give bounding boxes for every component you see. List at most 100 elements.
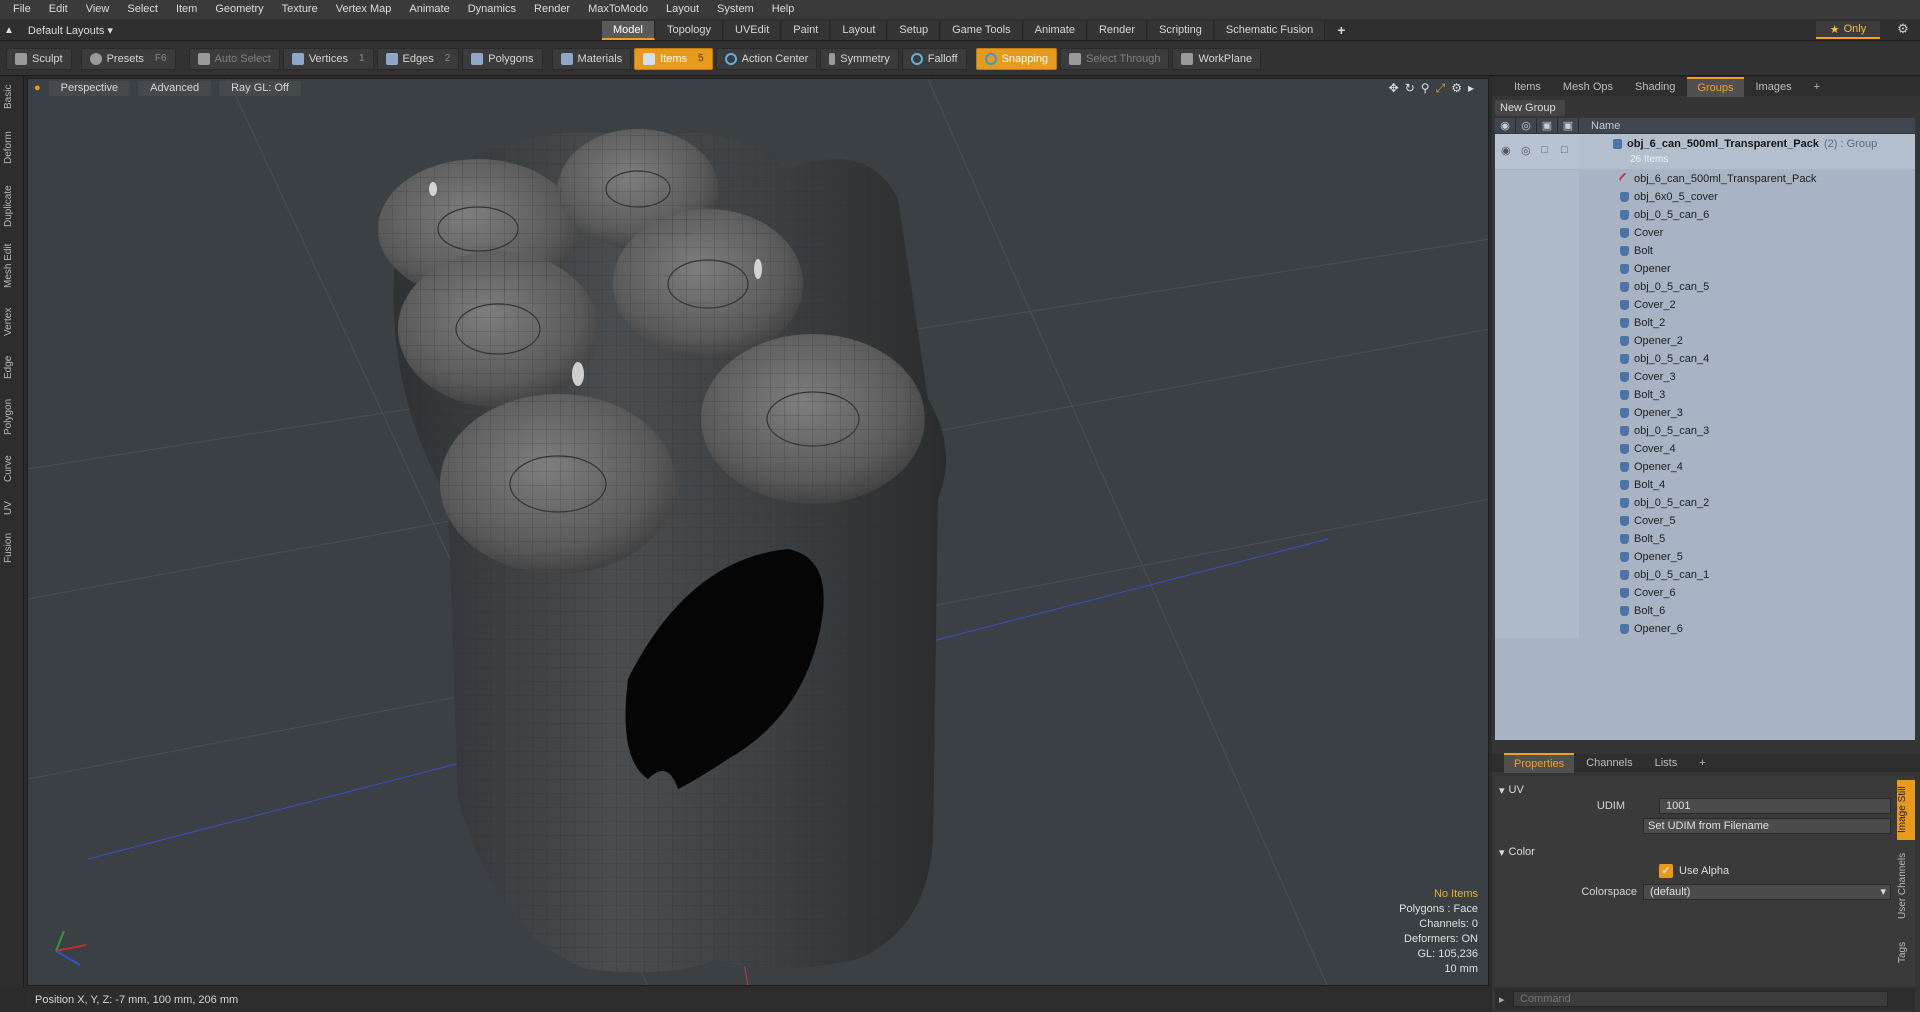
add-panel-tab-icon[interactable]: + xyxy=(1804,78,1830,96)
tree-item[interactable]: Cover xyxy=(1495,224,1915,242)
tree-item-columns[interactable] xyxy=(1495,188,1579,206)
color-section[interactable]: ▾ Color xyxy=(1499,844,1535,860)
tab-model[interactable]: Model xyxy=(602,21,655,40)
snapping-button[interactable]: Snapping xyxy=(975,47,1058,70)
panel-tab-items[interactable]: Items xyxy=(1504,78,1551,96)
tree-item[interactable]: Cover_5 xyxy=(1495,512,1915,530)
tree-item[interactable]: Cover_4 xyxy=(1495,440,1915,458)
tree-item-columns[interactable] xyxy=(1495,170,1579,188)
tree-item-columns[interactable] xyxy=(1495,260,1579,278)
tree-item[interactable]: Bolt_5 xyxy=(1495,530,1915,548)
tree-item[interactable]: Cover_2 xyxy=(1495,296,1915,314)
raygl-toggle[interactable]: Ray GL: Off xyxy=(219,80,301,96)
tree-item[interactable]: obj_6x0_5_cover xyxy=(1495,188,1915,206)
group-select-icon[interactable]: □ xyxy=(1561,144,1568,156)
gear-icon[interactable]: ⚙ xyxy=(1894,21,1912,39)
panel-tab-images[interactable]: Images xyxy=(1746,78,1802,96)
side-tab-uv[interactable]: UV xyxy=(3,496,21,520)
colorspace-dropdown[interactable]: (default) ▾ xyxy=(1643,884,1891,900)
menu-item-texture[interactable]: Texture xyxy=(273,0,327,19)
side-tab-polygon[interactable]: Polygon xyxy=(3,392,21,442)
tree-item[interactable]: obj_0_5_can_6 xyxy=(1495,206,1915,224)
vertices-button[interactable]: Vertices 1 xyxy=(282,47,374,70)
props-tab-properties[interactable]: Properties xyxy=(1504,753,1575,773)
tree-item-columns[interactable] xyxy=(1495,440,1579,458)
panel-tab-groups[interactable]: Groups xyxy=(1687,77,1744,97)
tree-item-columns[interactable] xyxy=(1495,620,1579,638)
props-tab-lists[interactable]: Lists xyxy=(1645,754,1688,772)
tab-render[interactable]: Render xyxy=(1087,21,1148,40)
tree-item-columns[interactable] xyxy=(1495,548,1579,566)
groups-tree[interactable]: ◉ ◎ □ □ obj_6_can_500ml_Transparent_Pack… xyxy=(1495,134,1915,740)
select-column-icon[interactable]: ▣ xyxy=(1558,118,1579,133)
tree-item[interactable]: Opener_3 xyxy=(1495,404,1915,422)
menu-item-select[interactable]: Select xyxy=(118,0,167,19)
side-tab-basic[interactable]: Basic xyxy=(3,80,21,114)
command-input[interactable] xyxy=(1513,991,1888,1007)
group-eye-icon[interactable]: ◉ xyxy=(1501,144,1511,157)
workplane-button[interactable]: WorkPlane xyxy=(1172,47,1262,70)
menu-item-animate[interactable]: Animate xyxy=(400,0,458,19)
tree-item[interactable]: obj_0_5_can_4 xyxy=(1495,350,1915,368)
menu-item-help[interactable]: Help xyxy=(763,0,804,19)
add-props-tab-icon[interactable]: + xyxy=(1689,754,1715,772)
tree-item-columns[interactable] xyxy=(1495,404,1579,422)
tree-item-columns[interactable] xyxy=(1495,494,1579,512)
panel-tab-mesh-ops[interactable]: Mesh Ops xyxy=(1553,78,1623,96)
tab-schematic-fusion[interactable]: Schematic Fusion xyxy=(1214,21,1326,40)
tree-item[interactable]: obj_6_can_500ml_Transparent_Pack xyxy=(1495,170,1915,188)
tree-item[interactable]: Bolt_4 xyxy=(1495,476,1915,494)
side-tab-duplicate[interactable]: Duplicate xyxy=(3,182,21,230)
zoom-icon[interactable]: ⚲ xyxy=(1421,81,1430,96)
collapse-icon[interactable]: ▲ xyxy=(4,25,14,36)
tree-item-columns[interactable] xyxy=(1495,458,1579,476)
tree-item-columns[interactable] xyxy=(1495,530,1579,548)
pan-icon[interactable]: ✥ xyxy=(1389,81,1399,96)
side-tab-edge[interactable]: Edge xyxy=(3,350,21,384)
tree-item[interactable]: obj_0_5_can_3 xyxy=(1495,422,1915,440)
props-tab-channels[interactable]: Channels xyxy=(1576,754,1642,772)
tree-item-columns[interactable] xyxy=(1495,476,1579,494)
sculpt-button[interactable]: Sculpt xyxy=(6,47,72,70)
materials-button[interactable]: Materials xyxy=(551,47,632,70)
visibility-column-icon[interactable]: ◉ xyxy=(1495,118,1516,133)
fit-icon[interactable]: ⤢ xyxy=(1436,81,1446,96)
tree-item-columns[interactable] xyxy=(1495,206,1579,224)
props-side-tab-user-channels[interactable]: User Channels xyxy=(1897,846,1915,926)
tab-paint[interactable]: Paint xyxy=(782,21,831,40)
viewport-gear-icon[interactable]: ⚙ xyxy=(1451,81,1462,96)
tree-item[interactable]: Cover_6 xyxy=(1495,584,1915,602)
command-arrow-icon[interactable]: ▸ xyxy=(1499,993,1505,1006)
set-udim-button[interactable]: Set UDIM from Filename xyxy=(1643,818,1891,834)
tree-item[interactable]: Bolt_6 xyxy=(1495,602,1915,620)
props-side-tab-tags[interactable]: Tags xyxy=(1897,932,1915,972)
tab-topology[interactable]: Topology xyxy=(655,21,724,40)
tree-item[interactable]: Opener_4 xyxy=(1495,458,1915,476)
tab-animate[interactable]: Animate xyxy=(1023,21,1087,40)
tree-item-columns[interactable] xyxy=(1495,512,1579,530)
rotate-icon[interactable]: ↻ xyxy=(1405,81,1415,96)
side-tab-mesh-edit[interactable]: Mesh Edit xyxy=(3,238,21,294)
tree-item-columns[interactable] xyxy=(1495,224,1579,242)
menu-item-view[interactable]: View xyxy=(77,0,119,19)
menu-item-maxtomodo[interactable]: MaxToModo xyxy=(579,0,657,19)
tree-item[interactable]: Opener_5 xyxy=(1495,548,1915,566)
menu-item-layout[interactable]: Layout xyxy=(657,0,708,19)
tree-item-columns[interactable] xyxy=(1495,602,1579,620)
tab-layout[interactable]: Layout xyxy=(831,21,888,40)
props-side-tab-image-still[interactable]: Image Still xyxy=(1897,780,1915,840)
only-toggle[interactable]: ★ Only xyxy=(1816,21,1880,39)
select-through-button[interactable]: Select Through xyxy=(1060,47,1170,70)
menu-item-render[interactable]: Render xyxy=(525,0,579,19)
polygons-button[interactable]: Polygons xyxy=(462,47,543,70)
side-tab-fusion[interactable]: Fusion xyxy=(3,528,21,568)
menu-item-system[interactable]: System xyxy=(708,0,763,19)
tree-item[interactable]: Opener xyxy=(1495,260,1915,278)
viewport-scene[interactable] xyxy=(28,79,1489,986)
side-tab-curve[interactable]: Curve xyxy=(3,450,21,488)
tree-item-columns[interactable] xyxy=(1495,368,1579,386)
tree-item[interactable]: Opener_2 xyxy=(1495,332,1915,350)
tree-item-columns[interactable] xyxy=(1495,422,1579,440)
side-tab-vertex[interactable]: Vertex xyxy=(3,302,21,342)
menu-item-edit[interactable]: Edit xyxy=(40,0,77,19)
